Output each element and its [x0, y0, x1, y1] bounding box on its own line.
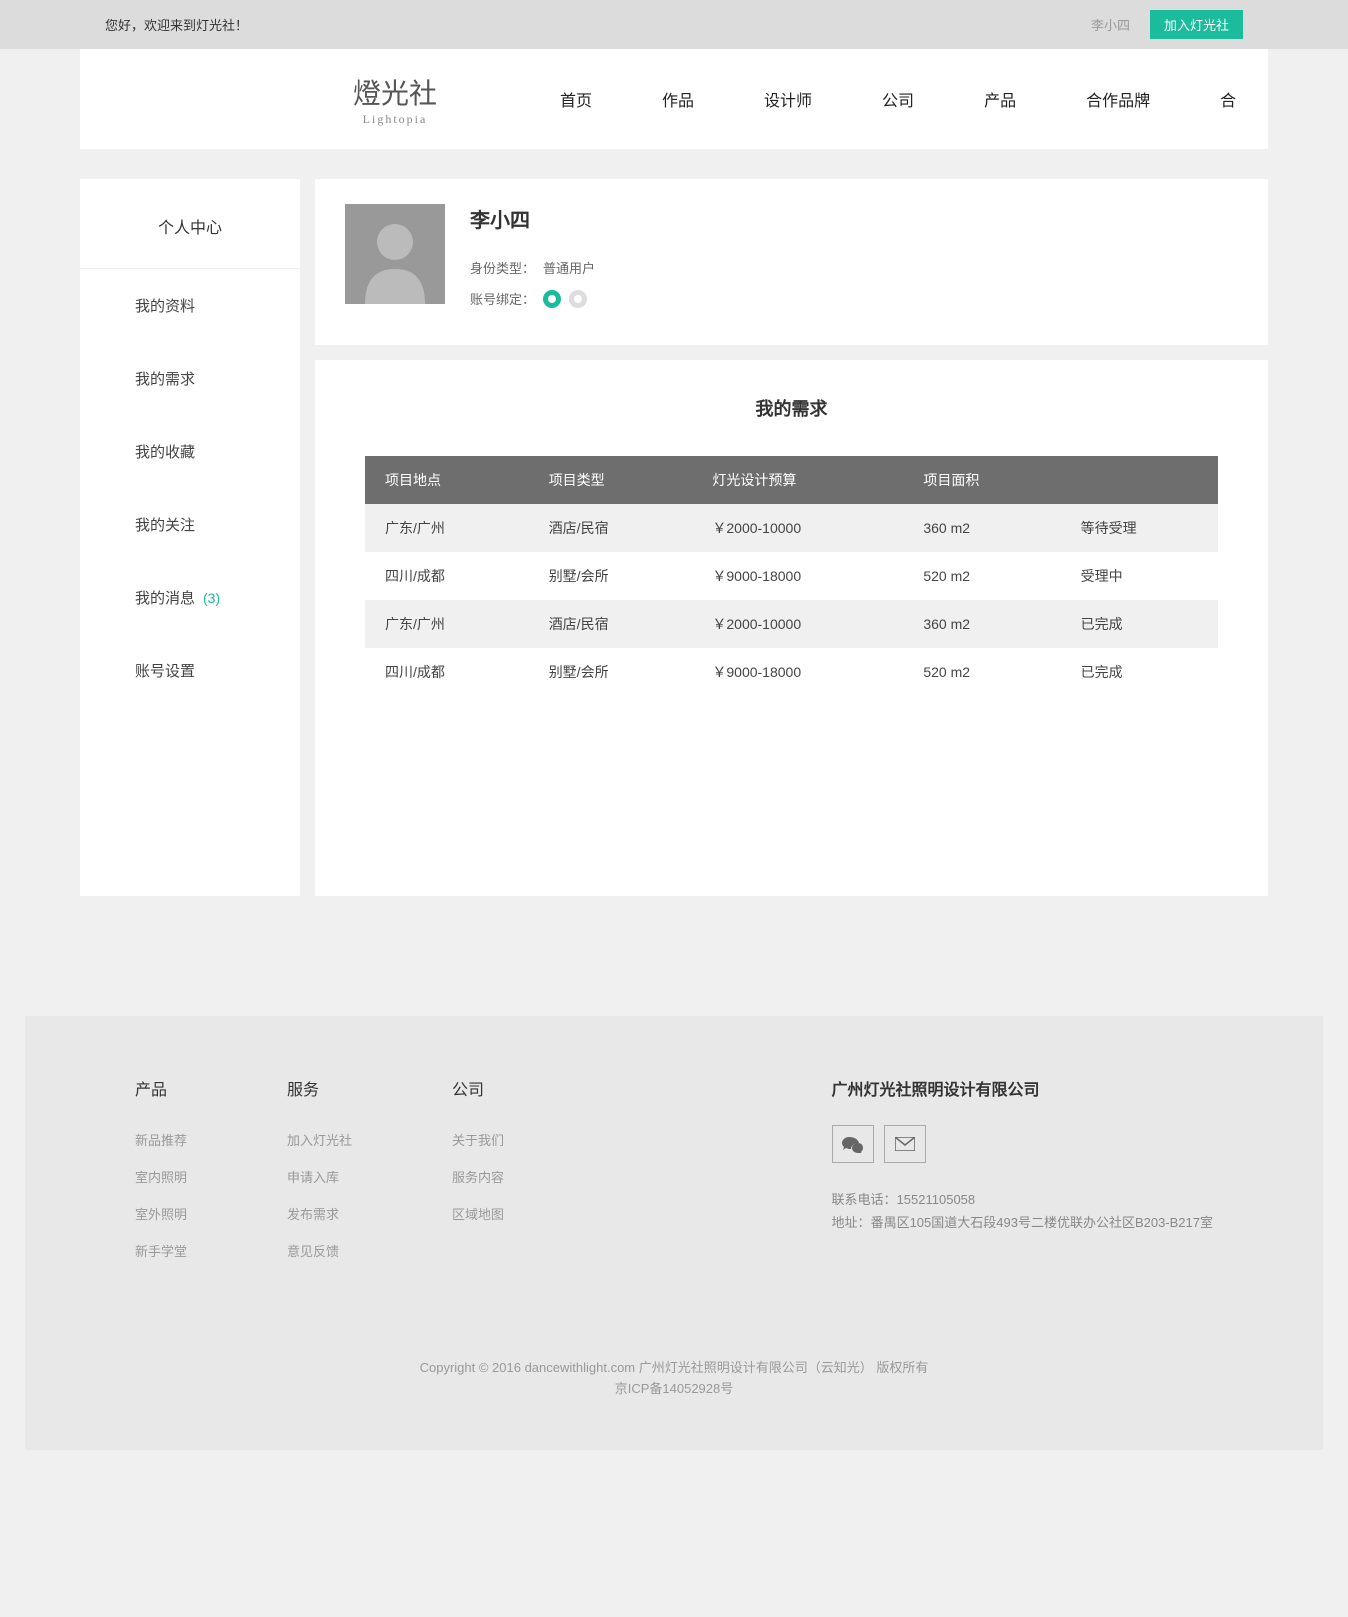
footer-col: 公司关于我们服务内容区域地图 [452, 1076, 504, 1278]
logo[interactable]: 燈光社 Lightopia [270, 49, 520, 149]
messages-badge: (3) [203, 590, 220, 606]
table-row[interactable]: 四川/成都 别墅/会所 ￥9000-18000 520 m2 受理中 [365, 552, 1218, 600]
table-row[interactable]: 四川/成都 别墅/会所 ￥9000-18000 520 m2 已完成 [365, 648, 1218, 696]
footer-link[interactable]: 关于我们 [452, 1130, 504, 1149]
cell-status: 受理中 [1061, 552, 1218, 600]
sidebar-item-profile[interactable]: 我的资料 [80, 269, 300, 342]
cell-area: 520 m2 [903, 552, 1060, 600]
copyright-line1: Copyright © 2016 dancewithlight.com 广州灯光… [135, 1358, 1213, 1379]
sidebar: 个人中心 我的资料 我的需求 我的收藏 我的关注 我的消息 (3) 账号设置 [80, 179, 300, 896]
profile-name: 李小四 [470, 204, 595, 233]
footer-link[interactable]: 申请入库 [287, 1167, 352, 1186]
cell-type: 别墅/会所 [529, 552, 693, 600]
footer-col-title: 产品 [135, 1076, 187, 1100]
cell-budget: ￥2000-10000 [692, 600, 903, 648]
demands-table: 项目地点 项目类型 灯光设计预算 项目面积 广东/广州 酒店/民宿 ￥2000-… [365, 456, 1218, 696]
address-label: 地址： [832, 1215, 871, 1230]
sidebar-item-messages[interactable]: 我的消息 (3) [80, 561, 300, 634]
nav-products[interactable]: 产品 [984, 87, 1016, 111]
cell-location: 广东/广州 [365, 600, 529, 648]
cell-budget: ￥9000-18000 [692, 648, 903, 696]
th-location: 项目地点 [365, 456, 529, 504]
th-type: 项目类型 [529, 456, 693, 504]
wechat-social-icon[interactable] [832, 1125, 874, 1163]
cell-status: 等待受理 [1061, 504, 1218, 552]
section-title: 我的需求 [365, 395, 1218, 421]
cell-location: 广东/广州 [365, 504, 529, 552]
footer-link[interactable]: 加入灯光社 [287, 1130, 352, 1149]
nav-works[interactable]: 作品 [662, 87, 694, 111]
cell-type: 酒店/民宿 [529, 504, 693, 552]
footer-link[interactable]: 意见反馈 [287, 1241, 352, 1260]
address-value: 番禺区105国道大石段493号二楼优联办公社区B203-B217室 [871, 1215, 1213, 1230]
header: 燈光社 Lightopia 首页 作品 设计师 公司 产品 合作品牌 合 [80, 49, 1268, 149]
copyright-line2: 京ICP备14052928号 [135, 1379, 1213, 1400]
logo-sub: Lightopia [363, 112, 428, 127]
email-social-icon[interactable] [884, 1125, 926, 1163]
bind-label: 账号绑定： [470, 289, 535, 308]
nav-more[interactable]: 合 [1220, 87, 1236, 111]
username-link[interactable]: 李小四 [1091, 15, 1130, 34]
nav-designers[interactable]: 设计师 [764, 87, 812, 111]
sidebar-item-settings[interactable]: 账号设置 [80, 634, 300, 707]
cell-budget: ￥9000-18000 [692, 552, 903, 600]
footer-link[interactable]: 新品推荐 [135, 1130, 187, 1149]
phone-value: 15521105058 [897, 1192, 976, 1207]
cell-status: 已完成 [1061, 600, 1218, 648]
top-bar: 您好，欢迎来到灯光社！ 李小四 加入灯光社 [0, 0, 1348, 49]
phone-label: 联系电话： [832, 1192, 897, 1207]
table-header-row: 项目地点 项目类型 灯光设计预算 项目面积 [365, 456, 1218, 504]
footer-col-title: 服务 [287, 1076, 352, 1100]
logo-main: 燈光社 [353, 72, 437, 112]
cell-location: 四川/成都 [365, 552, 529, 600]
footer-link[interactable]: 服务内容 [452, 1167, 504, 1186]
company-name: 广州灯光社照明设计有限公司 [832, 1076, 1213, 1100]
identity-value: 普通用户 [543, 258, 595, 277]
sidebar-item-follows[interactable]: 我的关注 [80, 488, 300, 561]
identity-label: 身份类型： [470, 258, 535, 277]
cell-type: 酒店/民宿 [529, 600, 693, 648]
profile-card: 李小四 身份类型： 普通用户 账号绑定： [315, 179, 1268, 345]
footer-company: 广州灯光社照明设计有限公司 联系电话：15521105058 地址：番禺区105… [832, 1076, 1213, 1278]
footer-link[interactable]: 发布需求 [287, 1204, 352, 1223]
cell-area: 360 m2 [903, 504, 1060, 552]
footer-col: 服务加入灯光社申请入库发布需求意见反馈 [287, 1076, 352, 1278]
nav-home[interactable]: 首页 [560, 87, 592, 111]
cell-budget: ￥2000-10000 [692, 504, 903, 552]
cell-status: 已完成 [1061, 648, 1218, 696]
table-row[interactable]: 广东/广州 酒店/民宿 ￥2000-10000 360 m2 已完成 [365, 600, 1218, 648]
nav-brands[interactable]: 合作品牌 [1086, 87, 1150, 111]
footer: 产品新品推荐室内照明室外照明新手学堂 服务加入灯光社申请入库发布需求意见反馈 公司关… [25, 1016, 1323, 1450]
join-button[interactable]: 加入灯光社 [1150, 10, 1243, 39]
th-status [1061, 456, 1218, 504]
cell-type: 别墅/会所 [529, 648, 693, 696]
sidebar-item-demands[interactable]: 我的需求 [80, 342, 300, 415]
main-nav: 首页 作品 设计师 公司 产品 合作品牌 合 [560, 87, 1236, 111]
footer-link[interactable]: 新手学堂 [135, 1241, 187, 1260]
cell-area: 520 m2 [903, 648, 1060, 696]
qq-icon[interactable] [569, 290, 587, 308]
cell-area: 360 m2 [903, 600, 1060, 648]
footer-col-title: 公司 [452, 1076, 504, 1100]
welcome-text: 您好，欢迎来到灯光社！ [105, 15, 248, 34]
footer-link[interactable]: 室外照明 [135, 1204, 187, 1223]
footer-link[interactable]: 室内照明 [135, 1167, 187, 1186]
th-area: 项目面积 [903, 456, 1060, 504]
nav-company[interactable]: 公司 [882, 87, 914, 111]
footer-col: 产品新品推荐室内照明室外照明新手学堂 [135, 1076, 187, 1278]
wechat-icon[interactable] [543, 290, 561, 308]
cell-location: 四川/成都 [365, 648, 529, 696]
sidebar-item-favorites[interactable]: 我的收藏 [80, 415, 300, 488]
th-budget: 灯光设计预算 [692, 456, 903, 504]
sidebar-title: 个人中心 [80, 214, 300, 269]
footer-link[interactable]: 区域地图 [452, 1204, 504, 1223]
table-row[interactable]: 广东/广州 酒店/民宿 ￥2000-10000 360 m2 等待受理 [365, 504, 1218, 552]
avatar [345, 204, 445, 304]
